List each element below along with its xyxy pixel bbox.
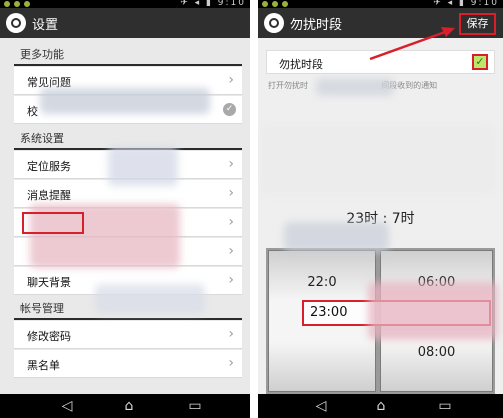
hint-text-start: 打开勿扰时 <box>268 81 308 90</box>
action-bar: 设置 <box>0 8 250 38</box>
toggle-label: 勿扰时段 <box>279 58 323 71</box>
notification-icons <box>262 0 288 8</box>
blur-overlay <box>40 88 210 114</box>
back-icon[interactable]: ◁ <box>56 398 78 414</box>
chevron-right-icon: › <box>228 185 234 201</box>
recents-icon[interactable]: ▭ <box>434 398 456 414</box>
blur-overlay <box>284 222 389 252</box>
status-bar: ✈ ◂ ▮ 9:10 <box>258 0 503 8</box>
row-label: 消息提醒 <box>27 189 71 202</box>
page-title: 设置 <box>32 18 59 33</box>
section-divider <box>14 318 242 320</box>
chevron-right-icon: › <box>228 156 234 172</box>
chevron-right-icon: › <box>228 214 234 230</box>
settings-row-change-password[interactable]: 修改密码 › <box>14 321 242 349</box>
highlight-box <box>22 212 84 234</box>
page-title: 勿扰时段 <box>290 18 343 33</box>
status-bar: ✈ ◂ ▮ 9:10 <box>0 0 250 8</box>
row-label: 修改密码 <box>27 330 71 343</box>
chevron-right-icon: › <box>228 326 234 342</box>
chevron-right-icon: › <box>228 72 234 88</box>
chevron-right-icon: › <box>228 355 234 371</box>
section-header-more: 更多功能 <box>20 48 64 61</box>
section-divider <box>14 64 242 66</box>
row-label: 定位服务 <box>27 160 71 173</box>
settings-screen: ✈ ◂ ▮ 9:10 设置 更多功能 常见问题 › 校 ✓ 系统设置 定位服务 … <box>0 0 250 418</box>
action-bar: 勿扰时段 保存 <box>258 8 503 38</box>
do-not-disturb-screen: ✈ ◂ ▮ 9:10 勿扰时段 保存 勿扰时段 ✓ 打开勿扰时 间段收到的通知 … <box>258 0 503 418</box>
home-icon[interactable]: ⌂ <box>370 398 392 414</box>
chevron-right-icon: › <box>228 243 234 259</box>
selected-time: 23:00 <box>310 305 348 320</box>
save-button[interactable]: 保存 <box>459 13 496 35</box>
status-indicators: ✈ ◂ ▮ 9:10 <box>180 0 246 8</box>
chevron-right-icon: › <box>228 272 234 288</box>
blur-overlay <box>108 146 178 186</box>
checkbox-checked-icon[interactable]: ✓ <box>472 54 488 70</box>
notification-icons <box>4 0 30 8</box>
app-logo-icon[interactable] <box>264 13 284 33</box>
wheel-value: 08:00 <box>417 345 456 360</box>
blur-overlay <box>316 78 394 96</box>
wheel-value: 22:0 <box>307 275 337 290</box>
blur-overlay <box>368 282 498 340</box>
back-icon[interactable]: ◁ <box>310 398 332 414</box>
row-label: 黑名单 <box>27 359 60 372</box>
do-not-disturb-toggle-row[interactable]: 勿扰时段 ✓ <box>266 50 495 74</box>
nav-bar: ◁ ⌂ ▭ <box>0 394 250 418</box>
app-logo-icon[interactable] <box>6 13 26 33</box>
settings-row-blacklist[interactable]: 黑名单 › <box>14 350 242 378</box>
nav-bar: ◁ ⌂ ▭ <box>258 394 503 418</box>
blur-overlay <box>260 124 496 194</box>
home-icon[interactable]: ⌂ <box>118 398 140 414</box>
row-label: 校 <box>27 105 38 118</box>
row-label: 聊天背景 <box>27 276 71 289</box>
check-circle-icon: ✓ <box>223 103 236 116</box>
blur-overlay <box>95 284 205 314</box>
recents-icon[interactable]: ▭ <box>184 398 206 414</box>
status-indicators: ✈ ◂ ▮ 9:10 <box>433 0 499 8</box>
